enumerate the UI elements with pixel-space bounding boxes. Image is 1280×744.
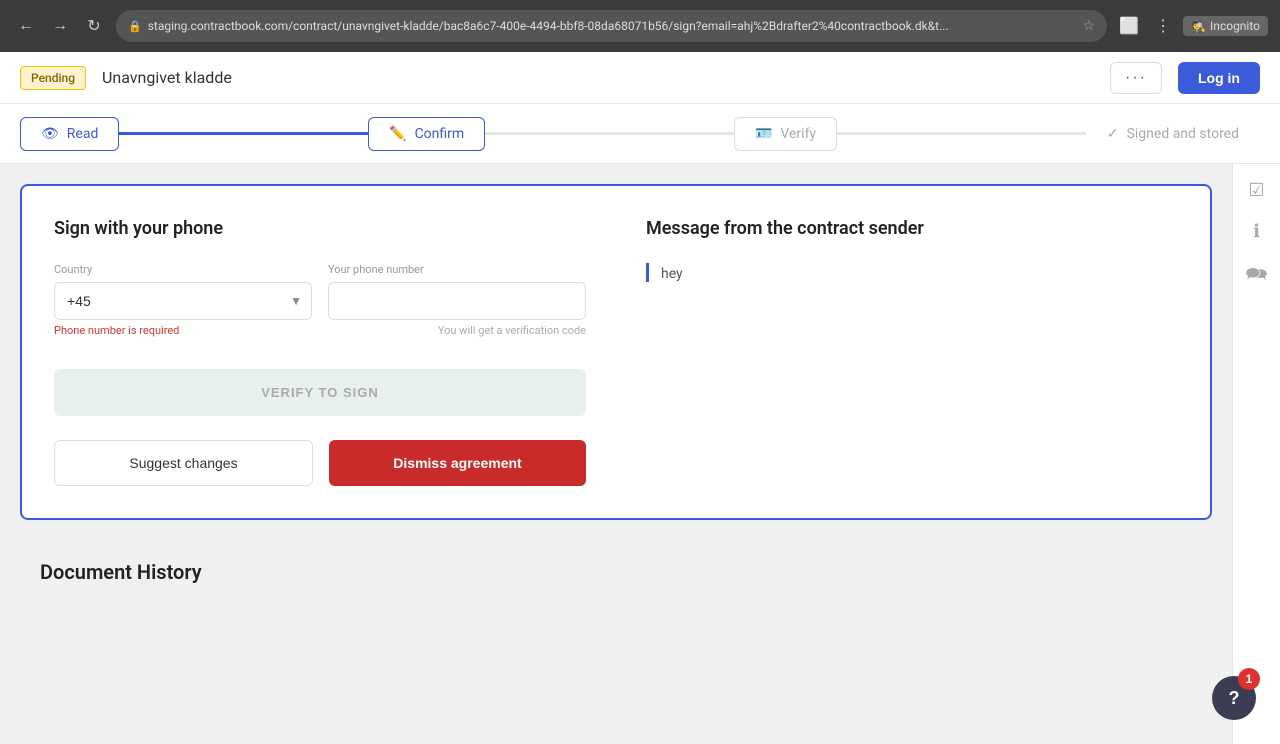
read-icon: 👁 xyxy=(41,126,59,142)
doc-history-section: Document History xyxy=(20,540,1212,604)
reload-button[interactable]: ↻ xyxy=(80,12,108,40)
dismiss-agreement-button[interactable]: Dismiss agreement xyxy=(329,440,586,486)
incognito-icon: 🕵 xyxy=(1191,19,1206,33)
menu-button[interactable]: ⋮ xyxy=(1149,12,1177,40)
bookmark-icon: ☆ xyxy=(1083,18,1096,34)
connector-2 xyxy=(485,132,734,135)
country-select[interactable]: +45 +1 +44 +49 xyxy=(54,282,312,320)
suggest-changes-button[interactable]: Suggest changes xyxy=(54,440,313,486)
address-bar[interactable]: 🔒 staging.contractbook.com/contract/unav… xyxy=(116,10,1107,42)
country-label: Country xyxy=(54,263,312,276)
sign-panel: Sign with your phone Country +45 +1 +44 … xyxy=(20,184,1212,520)
sign-layout: Sign with your phone Country +45 +1 +44 … xyxy=(54,218,1178,486)
connector-3 xyxy=(837,132,1086,135)
help-icon: ? xyxy=(1229,688,1240,709)
signed-label: Signed and stored xyxy=(1127,126,1239,142)
steps-bar: 👁 Read ✏️ Confirm 🪪 Verify ✓ Signed and … xyxy=(0,104,1280,164)
phone-error: Phone number is required xyxy=(54,324,312,337)
extensions-button[interactable]: ⬜ xyxy=(1115,12,1143,40)
checkbox-icon[interactable]: ☑ xyxy=(1248,180,1264,201)
nav-buttons: ← → ↻ xyxy=(12,12,108,40)
browser-actions: ⬜ ⋮ 🕵 Incognito xyxy=(1115,12,1268,40)
verify-icon: 🪪 xyxy=(755,126,772,142)
country-select-wrapper: +45 +1 +44 +49 ▼ xyxy=(54,282,312,320)
confirm-icon: ✏️ xyxy=(389,126,406,142)
step-read[interactable]: 👁 Read xyxy=(20,117,119,151)
more-button[interactable]: ··· xyxy=(1110,62,1162,94)
phone-input[interactable] xyxy=(328,282,586,320)
signed-icon: ✓ xyxy=(1107,126,1119,142)
chat-icon[interactable]: 🗪 xyxy=(1245,262,1267,292)
country-group: Country +45 +1 +44 +49 ▼ Phone num xyxy=(54,263,312,337)
form-row: Country +45 +1 +44 +49 ▼ Phone num xyxy=(54,263,586,337)
history-title: Document History xyxy=(40,560,1192,584)
message-text: hey xyxy=(661,266,683,282)
back-button[interactable]: ← xyxy=(12,12,40,40)
content-area: Sign with your phone Country +45 +1 +44 … xyxy=(0,164,1232,744)
phone-label: Your phone number xyxy=(328,263,586,276)
lock-icon: 🔒 xyxy=(128,20,142,33)
browser-chrome: ← → ↻ 🔒 staging.contractbook.com/contrac… xyxy=(0,0,1280,52)
forward-button[interactable]: → xyxy=(46,12,74,40)
step-verify[interactable]: 🪪 Verify xyxy=(734,117,837,151)
help-button[interactable]: 1 ? xyxy=(1212,676,1256,720)
sign-left: Sign with your phone Country +45 +1 +44 … xyxy=(54,218,586,486)
main-content: Sign with your phone Country +45 +1 +44 … xyxy=(0,164,1280,744)
incognito-label: Incognito xyxy=(1210,19,1260,33)
message-title: Message from the contract sender xyxy=(646,218,1178,239)
connector-1 xyxy=(119,132,368,135)
notification-badge: 1 xyxy=(1238,668,1260,690)
right-sidebar: ☑ ℹ 🗪 xyxy=(1232,164,1280,744)
pending-badge: Pending xyxy=(20,66,86,90)
info-icon[interactable]: ℹ xyxy=(1253,221,1260,242)
message-box: hey xyxy=(646,263,1178,282)
url-text: staging.contractbook.com/contract/unavng… xyxy=(148,19,1077,33)
login-button[interactable]: Log in xyxy=(1178,62,1260,94)
doc-title: Unavngivet kladde xyxy=(102,68,232,87)
action-row: Suggest changes Dismiss agreement xyxy=(54,440,586,486)
incognito-badge: 🕵 Incognito xyxy=(1183,16,1268,36)
step-signed: ✓ Signed and stored xyxy=(1086,117,1260,151)
phone-hint: You will get a verification code xyxy=(328,324,586,337)
help-float: 1 ? xyxy=(1212,676,1256,720)
app-header: Pending Unavngivet kladde ··· Log in xyxy=(0,52,1280,104)
read-label: Read xyxy=(67,126,99,142)
confirm-label: Confirm xyxy=(415,126,465,142)
sign-right: Message from the contract sender hey xyxy=(646,218,1178,486)
sign-title: Sign with your phone xyxy=(54,218,586,239)
verify-button[interactable]: VERIFY TO SIGN xyxy=(54,369,586,416)
phone-group: Your phone number You will get a verific… xyxy=(328,263,586,337)
verify-label: Verify xyxy=(780,126,816,142)
step-confirm[interactable]: ✏️ Confirm xyxy=(368,117,485,151)
